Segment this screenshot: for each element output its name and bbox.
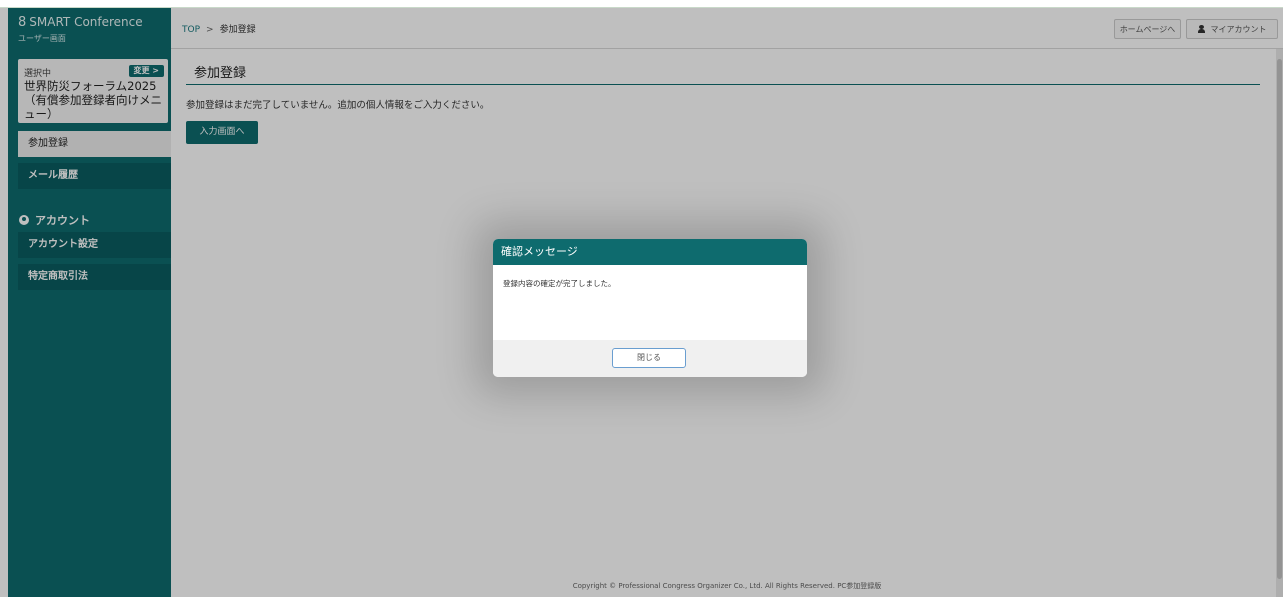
dialog-message: 登録内容の確定が完了しました。 bbox=[503, 279, 616, 288]
top-border bbox=[0, 0, 1283, 8]
close-button[interactable]: 閉じる bbox=[612, 348, 686, 368]
confirm-dialog: 確認メッセージ 登録内容の確定が完了しました。 閉じる bbox=[493, 239, 807, 377]
dialog-title: 確認メッセージ bbox=[493, 239, 807, 265]
dialog-footer: 閉じる bbox=[493, 340, 807, 377]
